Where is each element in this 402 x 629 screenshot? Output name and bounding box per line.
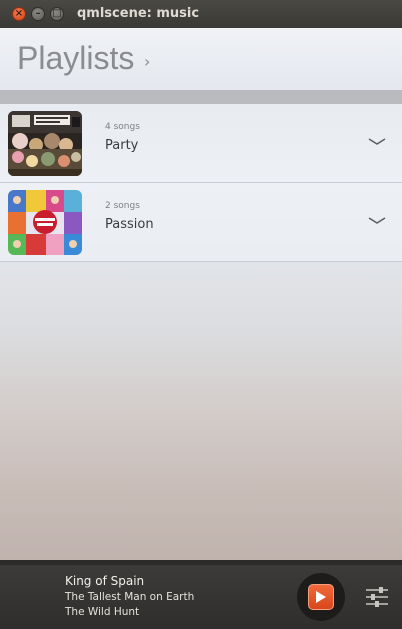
playlist-song-count: 4 songs [105,122,140,132]
maximize-icon: □ [52,8,62,19]
playlist-name: Passion [105,217,154,232]
playlist-name: Party [105,138,139,153]
header-divider [0,90,402,104]
playlist-row-party[interactable]: 4 songs Party [0,104,402,183]
playlist-row-passion[interactable]: 2 songs Passion [0,183,402,262]
chevron-right-icon[interactable]: › [144,52,150,71]
close-icon: × [14,8,24,19]
now-playing-artist: The Tallest Man on Earth [65,591,195,603]
minimize-window-button[interactable]: – [31,7,45,21]
music-app: Playlists › 4 songs Party 2 songs Passio… [0,28,402,629]
playlist-song-count: 2 songs [105,201,140,211]
page-title: Playlists [17,40,135,76]
maximize-window-button[interactable]: □ [50,7,64,21]
minimize-icon: – [35,8,41,19]
chevron-down-icon[interactable] [368,137,386,147]
close-window-button[interactable]: × [12,7,26,21]
chevron-down-icon[interactable] [368,216,386,226]
album-art-party [8,111,82,176]
equalizer-icon[interactable] [364,585,390,609]
now-playing-bar[interactable]: King of Spain The Tallest Man on Earth T… [0,565,402,629]
now-playing-title: King of Spain [65,574,145,588]
window-titlebar: × – □ qmlscene: music [0,0,402,28]
play-button[interactable] [297,573,345,621]
page-header: Playlists › [0,28,402,90]
album-art-passion [8,190,82,255]
play-icon [308,584,334,610]
now-playing-album: The Wild Hunt [65,606,140,618]
window-title: qmlscene: music [77,6,200,21]
